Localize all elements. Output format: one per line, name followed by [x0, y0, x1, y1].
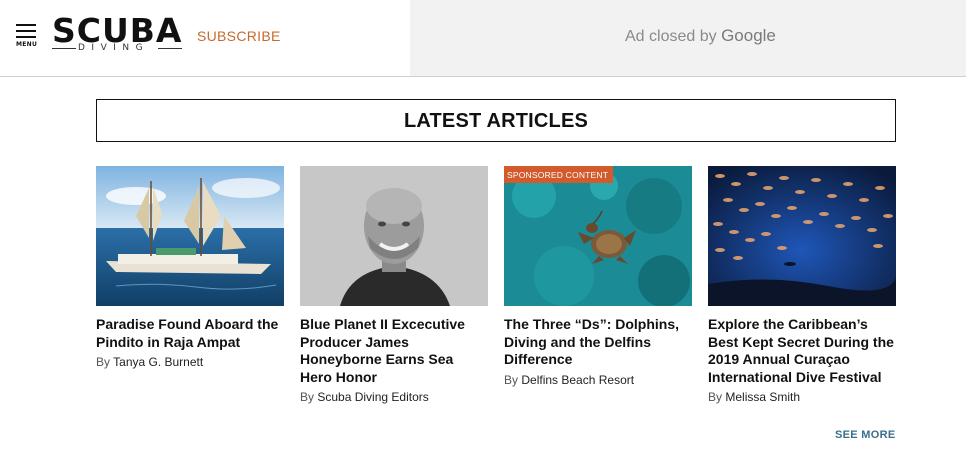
- article-title[interactable]: Paradise Found Aboard the Pindito in Raj…: [96, 316, 284, 351]
- fish-school-image[interactable]: [708, 166, 896, 306]
- hamburger-icon-bar: [16, 36, 36, 38]
- menu-button[interactable]: MENU: [14, 24, 40, 50]
- article-author[interactable]: Tanya G. Burnett: [113, 355, 203, 369]
- byline-prefix: By: [708, 390, 723, 404]
- sailing-ship-photo: [96, 166, 284, 306]
- byline-prefix: By: [96, 355, 111, 369]
- article-card: Blue Planet II Excecutive Producer James…: [300, 166, 488, 404]
- ad-slot: Ad closed by Google: [410, 0, 966, 76]
- article-title[interactable]: Blue Planet II Excecutive Producer James…: [300, 316, 488, 386]
- article-byline: By Scuba Diving Editors: [300, 390, 488, 404]
- portrait-photo: [300, 166, 488, 306]
- article-title[interactable]: The Three “Ds”: Dolphins, Diving and the…: [504, 316, 692, 369]
- byline-prefix: By: [300, 390, 315, 404]
- article-card: SPONSORED CONTENT The Three “Ds”: Dolphi…: [504, 166, 692, 387]
- article-author[interactable]: Melissa Smith: [725, 390, 800, 404]
- article-byline: By Melissa Smith: [708, 390, 896, 404]
- site-logo[interactable]: SCUBA DIVING: [52, 13, 186, 57]
- see-more-link[interactable]: SEE MORE: [835, 429, 895, 441]
- subscribe-link[interactable]: SUBSCRIBE: [197, 28, 281, 44]
- logo-rule-left: [52, 48, 76, 49]
- article-byline: By Delfins Beach Resort: [504, 373, 692, 387]
- logo-rule-right: [158, 48, 182, 49]
- byline-prefix: By: [504, 372, 519, 387]
- sailing-ship-image[interactable]: [96, 166, 284, 306]
- fish-school-photo: [708, 166, 896, 306]
- article-card: Explore the Caribbean’s Best Kept Secret…: [708, 166, 896, 404]
- logo-subtitle: DIVING: [78, 43, 150, 53]
- ad-closed-text: Ad closed by: [625, 28, 717, 45]
- article-byline: By Tanya G. Burnett: [96, 355, 284, 369]
- section-title: LATEST ARTICLES: [403, 110, 589, 132]
- hamburger-icon-bar: [16, 30, 36, 32]
- article-card: Paradise Found Aboard the Pindito in Raj…: [96, 166, 284, 369]
- article-author[interactable]: Delfins Beach Resort: [521, 373, 634, 387]
- section-heading: LATEST ARTICLES: [96, 99, 896, 142]
- site-header: MENU SCUBA DIVING SUBSCRIBE Ad closed by…: [0, 0, 966, 77]
- ad-closed-notice: Ad closed by Google: [625, 26, 776, 46]
- menu-label: MENU: [16, 41, 38, 48]
- hamburger-icon: [16, 24, 36, 26]
- portrait-image[interactable]: [300, 166, 488, 306]
- sponsored-badge: SPONSORED CONTENT: [504, 166, 614, 183]
- google-brand: Google: [721, 26, 776, 45]
- article-author[interactable]: Scuba Diving Editors: [317, 390, 428, 404]
- sea-turtle-photo: [504, 166, 692, 306]
- article-title[interactable]: Explore the Caribbean’s Best Kept Secret…: [708, 316, 896, 386]
- sea-turtle-image[interactable]: SPONSORED CONTENT: [504, 166, 692, 306]
